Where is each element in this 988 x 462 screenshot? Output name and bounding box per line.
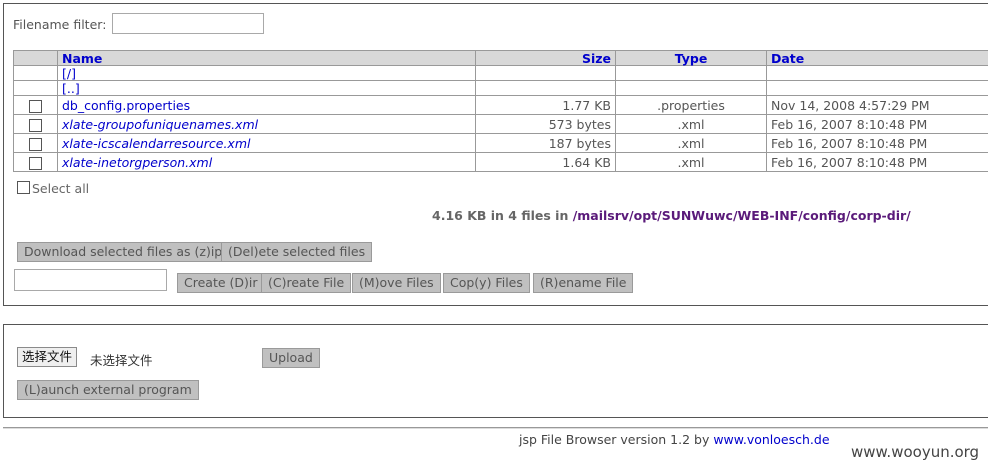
header-type[interactable]: Type xyxy=(615,50,767,66)
choose-file-button[interactable]: 选择文件 xyxy=(17,347,78,367)
table-row: xlate-icscalendarresource.xml 187 bytes … xyxy=(13,133,988,153)
select-all-label: Select all xyxy=(32,181,90,196)
filter-label: Filename filter: xyxy=(13,17,107,32)
copy-files-button[interactable]: Cop(y) Files xyxy=(443,273,530,293)
file-checkbox[interactable] xyxy=(29,99,42,113)
delete-files-button[interactable]: (Del)ete selected files xyxy=(221,242,373,262)
select-all-checkbox[interactable] xyxy=(17,181,30,194)
header-name[interactable]: Name xyxy=(57,50,476,66)
upload-button[interactable]: Upload xyxy=(262,348,320,368)
current-path: /mailsrv/opt/SUNWuwc/WEB-INF/config/corp… xyxy=(572,208,911,223)
header-checkbox-cell xyxy=(13,50,58,66)
file-size: 1.64 KB xyxy=(475,152,616,172)
file-type: .xml xyxy=(615,152,767,172)
rename-file-button[interactable]: (R)ename File xyxy=(533,273,634,293)
table-row: db_config.properties 1.77 KB .properties… xyxy=(13,95,988,115)
file-type: .xml xyxy=(615,114,767,134)
directory-summary: 4.16 KB in 4 files in /mailsrv/opt/SUNWu… xyxy=(432,208,911,223)
dir-parent-link[interactable]: [..] xyxy=(62,81,80,96)
table-row: xlate-groupofuniquenames.xml 573 bytes .… xyxy=(13,114,988,134)
file-size: 1.77 KB xyxy=(475,95,616,115)
table-row: xlate-inetorgperson.xml 1.64 KB .xml Feb… xyxy=(13,152,988,172)
file-table: Name Size Type Date [/] [..] db_config.p… xyxy=(13,50,988,172)
footer-divider xyxy=(3,427,988,429)
filename-filter-input[interactable] xyxy=(112,13,264,34)
file-date: Feb 16, 2007 8:10:48 PM xyxy=(766,152,988,172)
file-name-link[interactable]: xlate-icscalendarresource.xml xyxy=(62,136,250,151)
header-size[interactable]: Size xyxy=(475,50,616,66)
select-all[interactable]: Select all xyxy=(17,181,89,196)
file-checkbox[interactable] xyxy=(29,156,42,170)
footer-link[interactable]: www.vonloesch.de xyxy=(713,432,829,447)
move-files-button[interactable]: (M)ove Files xyxy=(352,273,441,293)
file-type: .properties xyxy=(615,95,767,115)
table-header-row: Name Size Type Date xyxy=(13,50,988,66)
table-row: [/] xyxy=(13,65,988,81)
file-name-link[interactable]: db_config.properties xyxy=(62,98,190,113)
download-zip-button[interactable]: Download selected files as (z)ip xyxy=(17,242,230,262)
file-name-link[interactable]: xlate-groupofuniquenames.xml xyxy=(62,117,258,132)
launch-program-button[interactable]: (L)aunch external program xyxy=(17,380,199,400)
create-dir-button[interactable]: Create (D)ir xyxy=(177,273,265,293)
upload-panel xyxy=(3,324,988,418)
file-date: Nov 14, 2008 4:57:29 PM xyxy=(766,95,988,115)
table-row: [..] xyxy=(13,80,988,96)
file-date: Feb 16, 2007 8:10:48 PM xyxy=(766,114,988,134)
header-date[interactable]: Date xyxy=(766,50,988,66)
file-size: 573 bytes xyxy=(475,114,616,134)
file-type: .xml xyxy=(615,133,767,153)
file-date: Feb 16, 2007 8:10:48 PM xyxy=(766,133,988,153)
file-size: 187 bytes xyxy=(475,133,616,153)
file-checkbox[interactable] xyxy=(29,137,42,151)
dir-root-link[interactable]: [/] xyxy=(62,66,76,81)
file-checkbox[interactable] xyxy=(29,118,42,132)
file-name-link[interactable]: xlate-inetorgperson.xml xyxy=(62,155,212,170)
watermark: www.wooyun.org xyxy=(851,443,980,461)
no-file-label: 未选择文件 xyxy=(90,353,153,368)
new-name-input[interactable] xyxy=(14,269,167,291)
footer: jsp File Browser version 1.2 by www.vonl… xyxy=(519,432,830,447)
create-file-button[interactable]: (C)reate File xyxy=(261,273,352,293)
